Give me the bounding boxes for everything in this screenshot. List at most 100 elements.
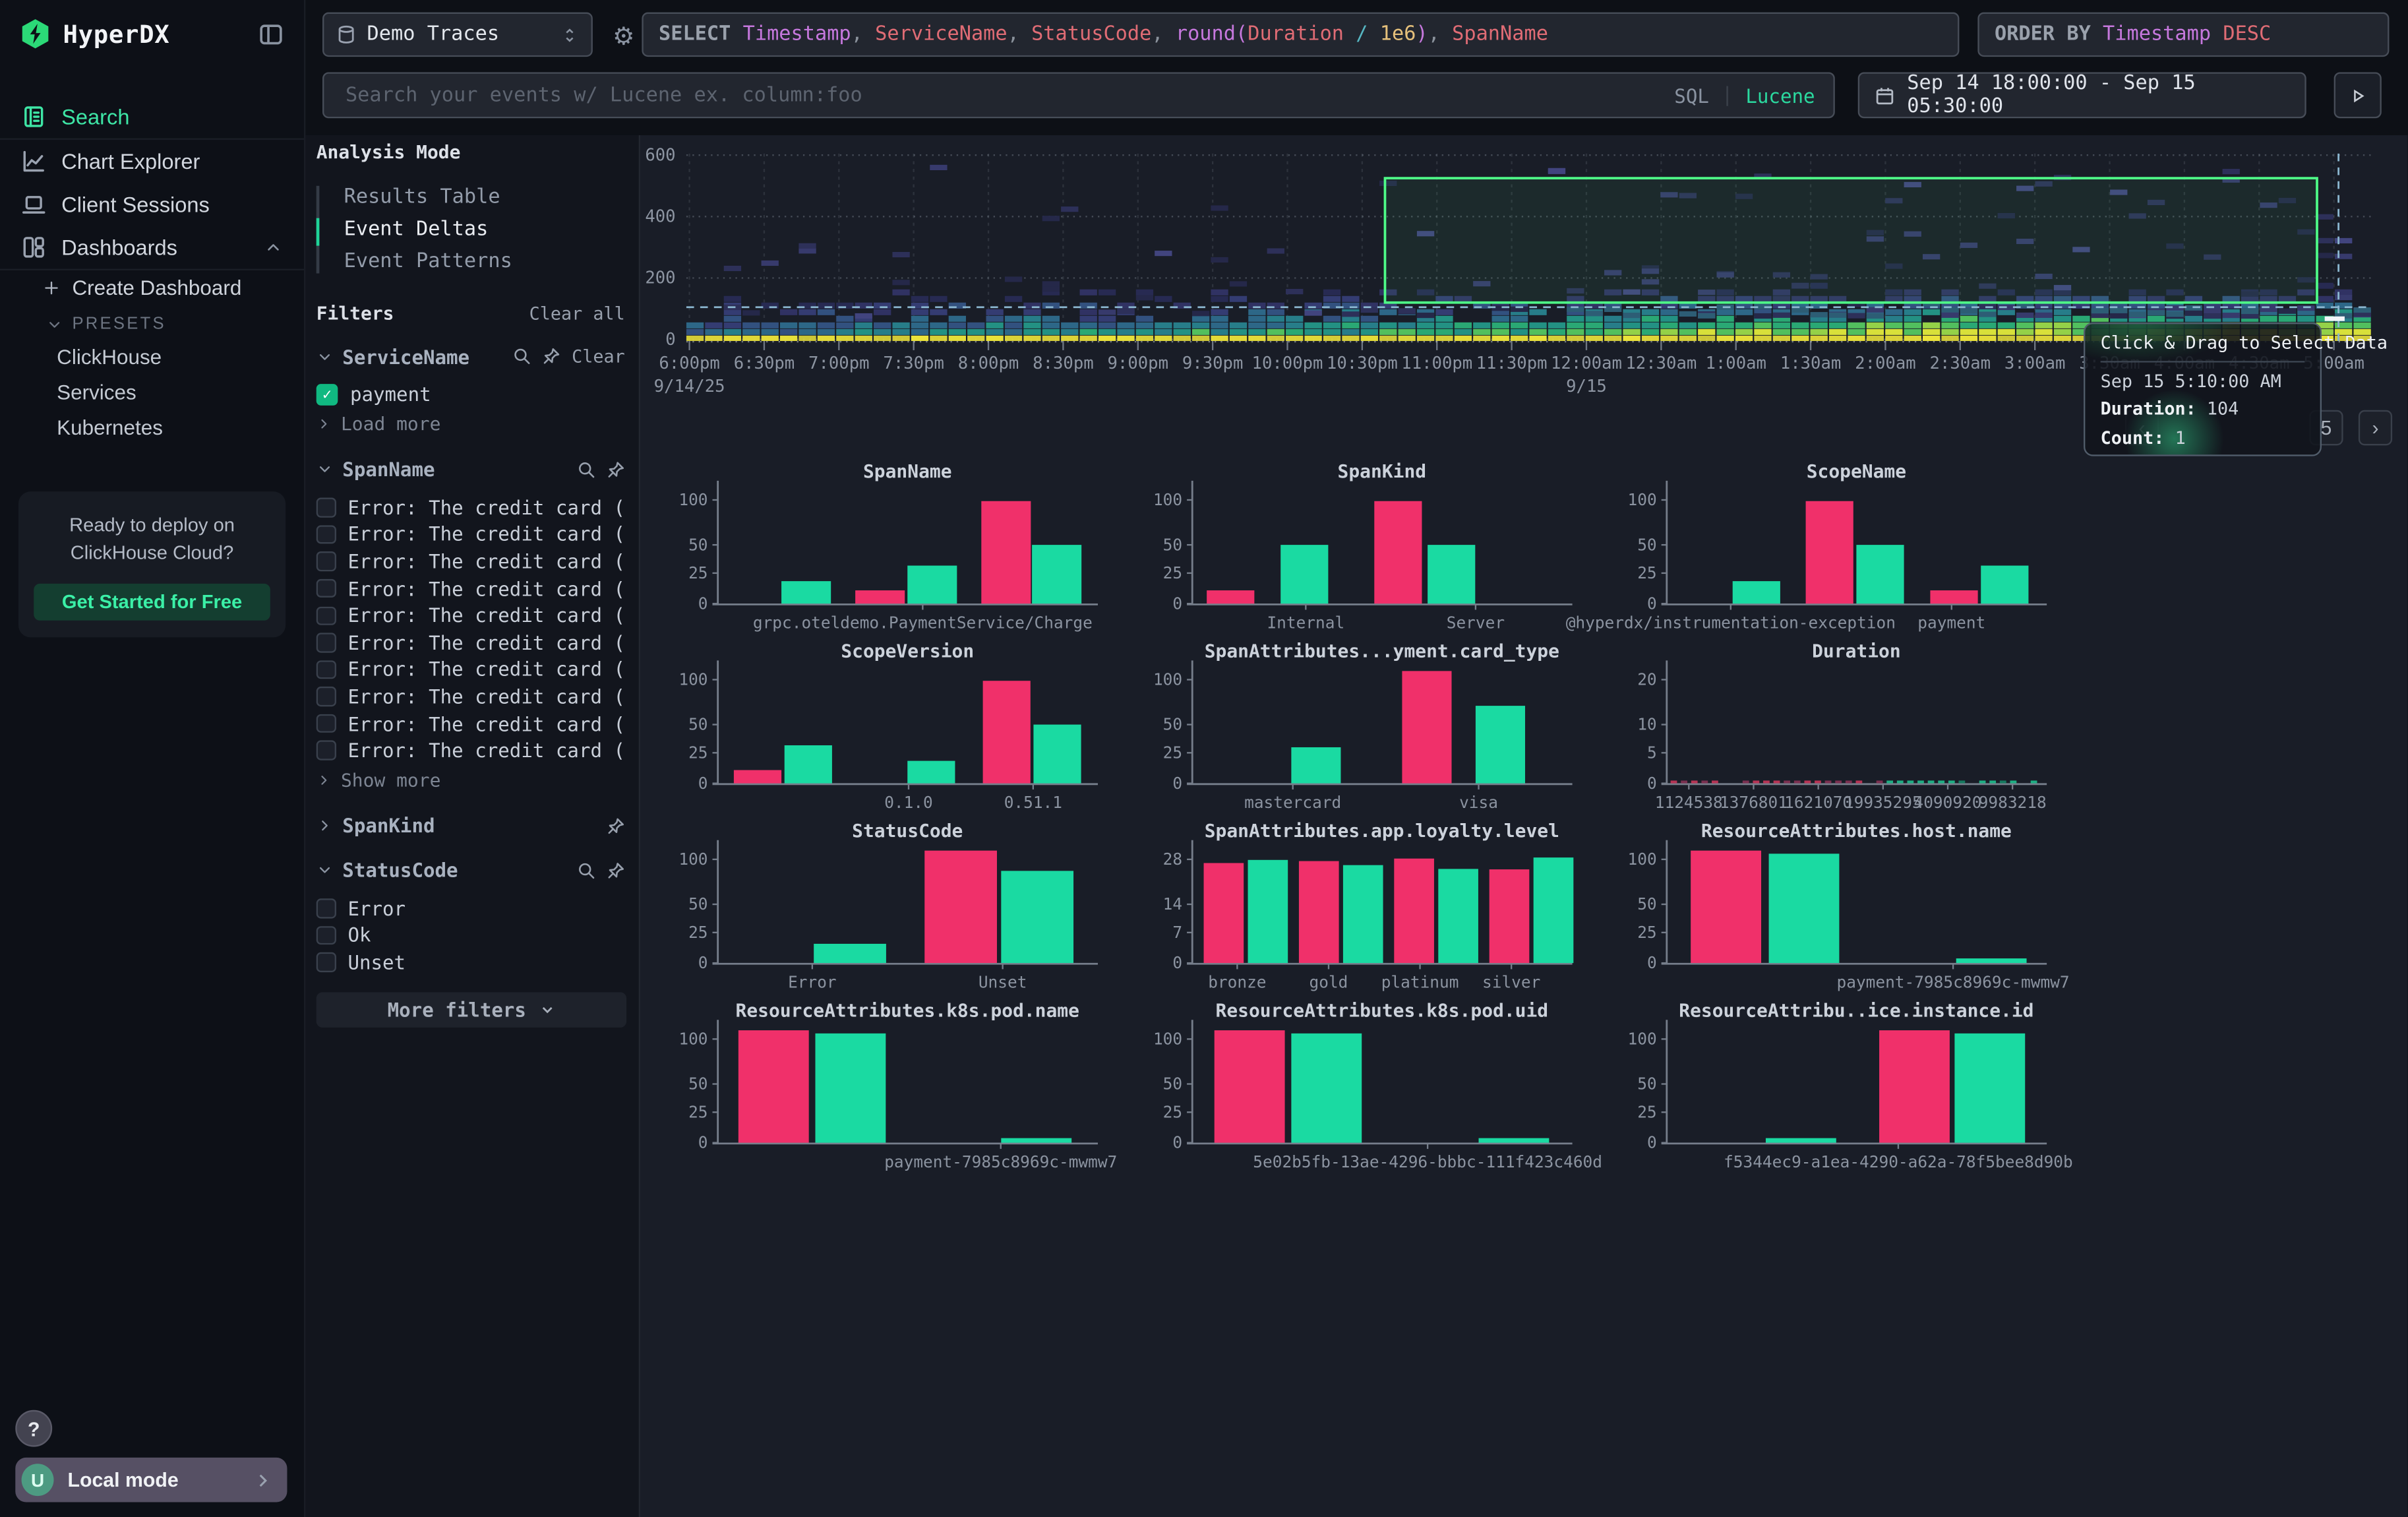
checkbox[interactable] [316, 714, 336, 733]
analysis-mode-event-patterns[interactable]: Event Patterns [316, 246, 625, 278]
bar[interactable] [1954, 1034, 2025, 1143]
search-icon[interactable] [578, 460, 596, 479]
bar[interactable] [1428, 545, 1475, 604]
bar[interactable] [1806, 501, 1853, 604]
language-toggle-lucene[interactable]: Lucene [1745, 84, 1815, 107]
filter-option[interactable]: Ok [316, 922, 625, 949]
bar[interactable] [1280, 545, 1328, 604]
bar[interactable] [1856, 545, 1904, 604]
sidebar-collapse-button[interactable] [258, 20, 284, 47]
get-started-button[interactable]: Get Started for Free [34, 584, 270, 621]
preset-clickhouse[interactable]: ClickHouse [0, 340, 304, 375]
sidebar-item-client-sessions[interactable]: Client Sessions [0, 183, 304, 226]
checkbox[interactable] [316, 741, 336, 760]
more-filters-button[interactable]: More filters [316, 993, 626, 1028]
show-more-link[interactable]: Show more [316, 767, 625, 793]
checkbox[interactable]: ✓ [316, 384, 338, 406]
bar[interactable] [1691, 851, 1761, 963]
pin-icon[interactable] [607, 460, 625, 479]
pin-icon[interactable] [607, 817, 625, 835]
filter-group-name[interactable]: ServiceName [342, 345, 469, 368]
filter-option[interactable]: Error: The credit card (… [316, 602, 625, 629]
bar[interactable] [1343, 865, 1383, 963]
clear-all-filters-link[interactable]: Clear all [529, 303, 625, 325]
bar[interactable] [781, 581, 831, 604]
bar[interactable] [1981, 566, 2028, 604]
bar[interactable] [1299, 861, 1339, 964]
pager-next-button[interactable]: › [2359, 410, 2392, 446]
analysis-mode-results-table[interactable]: Results Table [316, 181, 625, 214]
search-icon[interactable] [578, 861, 596, 879]
bar[interactable] [1879, 1030, 1950, 1142]
bar[interactable] [738, 1030, 809, 1142]
filter-group-name[interactable]: StatusCode [342, 859, 458, 882]
search-icon[interactable] [514, 347, 532, 365]
filter-option[interactable]: ✓payment [316, 381, 625, 408]
order-by-input[interactable]: ORDER BY Timestamp DESC [1977, 13, 2389, 57]
chevron-down-icon[interactable] [316, 461, 334, 478]
create-dashboard-button[interactable]: Create Dashboard [0, 270, 304, 306]
bar[interactable] [981, 501, 1031, 604]
bar[interactable] [1956, 958, 2027, 963]
presets-toggle[interactable]: PRESETS [0, 305, 304, 339]
date-range-picker[interactable]: Sep 14 18:00:00 - Sep 15 05:30:00 [1858, 72, 2306, 118]
checkbox[interactable] [316, 898, 336, 917]
preset-services[interactable]: Services [0, 375, 304, 410]
checkbox[interactable] [316, 687, 336, 706]
checkbox[interactable] [316, 579, 336, 598]
load-more-link[interactable]: Load more [316, 411, 625, 437]
bar[interactable] [924, 851, 997, 963]
language-toggle-sql[interactable]: SQL [1674, 84, 1709, 107]
checkbox[interactable] [316, 952, 336, 972]
bar[interactable] [983, 681, 1031, 783]
run-query-button[interactable] [2334, 72, 2382, 118]
filter-option[interactable]: Error: The credit card (… [316, 548, 625, 575]
bar[interactable] [907, 761, 955, 784]
checkbox[interactable] [316, 925, 336, 944]
bar[interactable] [1394, 859, 1434, 963]
bar[interactable] [816, 1034, 886, 1143]
bar[interactable] [1207, 590, 1254, 604]
select-clause-input[interactable]: SELECT Timestamp, ServiceName, StatusCod… [642, 13, 1959, 57]
bar[interactable] [1479, 1138, 1550, 1143]
preset-kubernetes[interactable]: Kubernetes [0, 410, 304, 446]
search-input[interactable] [342, 82, 1662, 109]
bar[interactable] [1733, 581, 1780, 604]
bar[interactable] [1204, 863, 1244, 963]
bar[interactable] [1374, 501, 1422, 604]
bar[interactable] [1001, 1138, 1071, 1143]
bar[interactable] [814, 944, 886, 963]
local-mode-button[interactable]: U Local mode [15, 1458, 287, 1502]
filter-option[interactable]: Error: The credit card (… [316, 683, 625, 710]
checkbox[interactable] [316, 552, 336, 571]
filter-option[interactable]: Error: The credit card (… [316, 575, 625, 602]
bar[interactable] [1291, 747, 1340, 784]
filter-option[interactable]: Unset [316, 948, 625, 975]
bar[interactable] [1402, 671, 1451, 783]
filter-option[interactable]: Error: The credit card (… [316, 737, 625, 764]
bar[interactable] [907, 566, 957, 604]
bar[interactable] [1032, 545, 1081, 604]
checkbox[interactable] [316, 633, 336, 652]
bar[interactable] [855, 590, 905, 604]
chevron-right-icon[interactable] [316, 817, 334, 834]
filter-option[interactable]: Error [316, 895, 625, 922]
bar[interactable] [1001, 871, 1073, 963]
clear-filter-link[interactable]: Clear [572, 346, 625, 367]
bar[interactable] [1534, 857, 1574, 963]
chevron-down-icon[interactable] [316, 861, 334, 879]
bar[interactable] [1033, 725, 1081, 784]
pin-icon[interactable] [607, 861, 625, 879]
selection-box[interactable] [1385, 178, 2317, 303]
source-select[interactable]: Demo Traces [322, 13, 593, 57]
bar[interactable] [1766, 1138, 1836, 1143]
bar[interactable] [1248, 860, 1288, 963]
source-settings-gear-icon[interactable]: ⚙ [603, 20, 644, 52]
sidebar-item-dashboards[interactable]: Dashboards [0, 226, 304, 268]
sidebar-item-chart-explorer[interactable]: Chart Explorer [0, 140, 304, 183]
filter-option[interactable]: Error: The credit card (… [316, 494, 625, 521]
sidebar-item-search[interactable]: Search [0, 95, 304, 138]
filter-option[interactable]: Error: The credit card (… [316, 656, 625, 683]
bar[interactable] [1769, 853, 1840, 963]
filter-option[interactable]: Error: The credit card (… [316, 521, 625, 548]
